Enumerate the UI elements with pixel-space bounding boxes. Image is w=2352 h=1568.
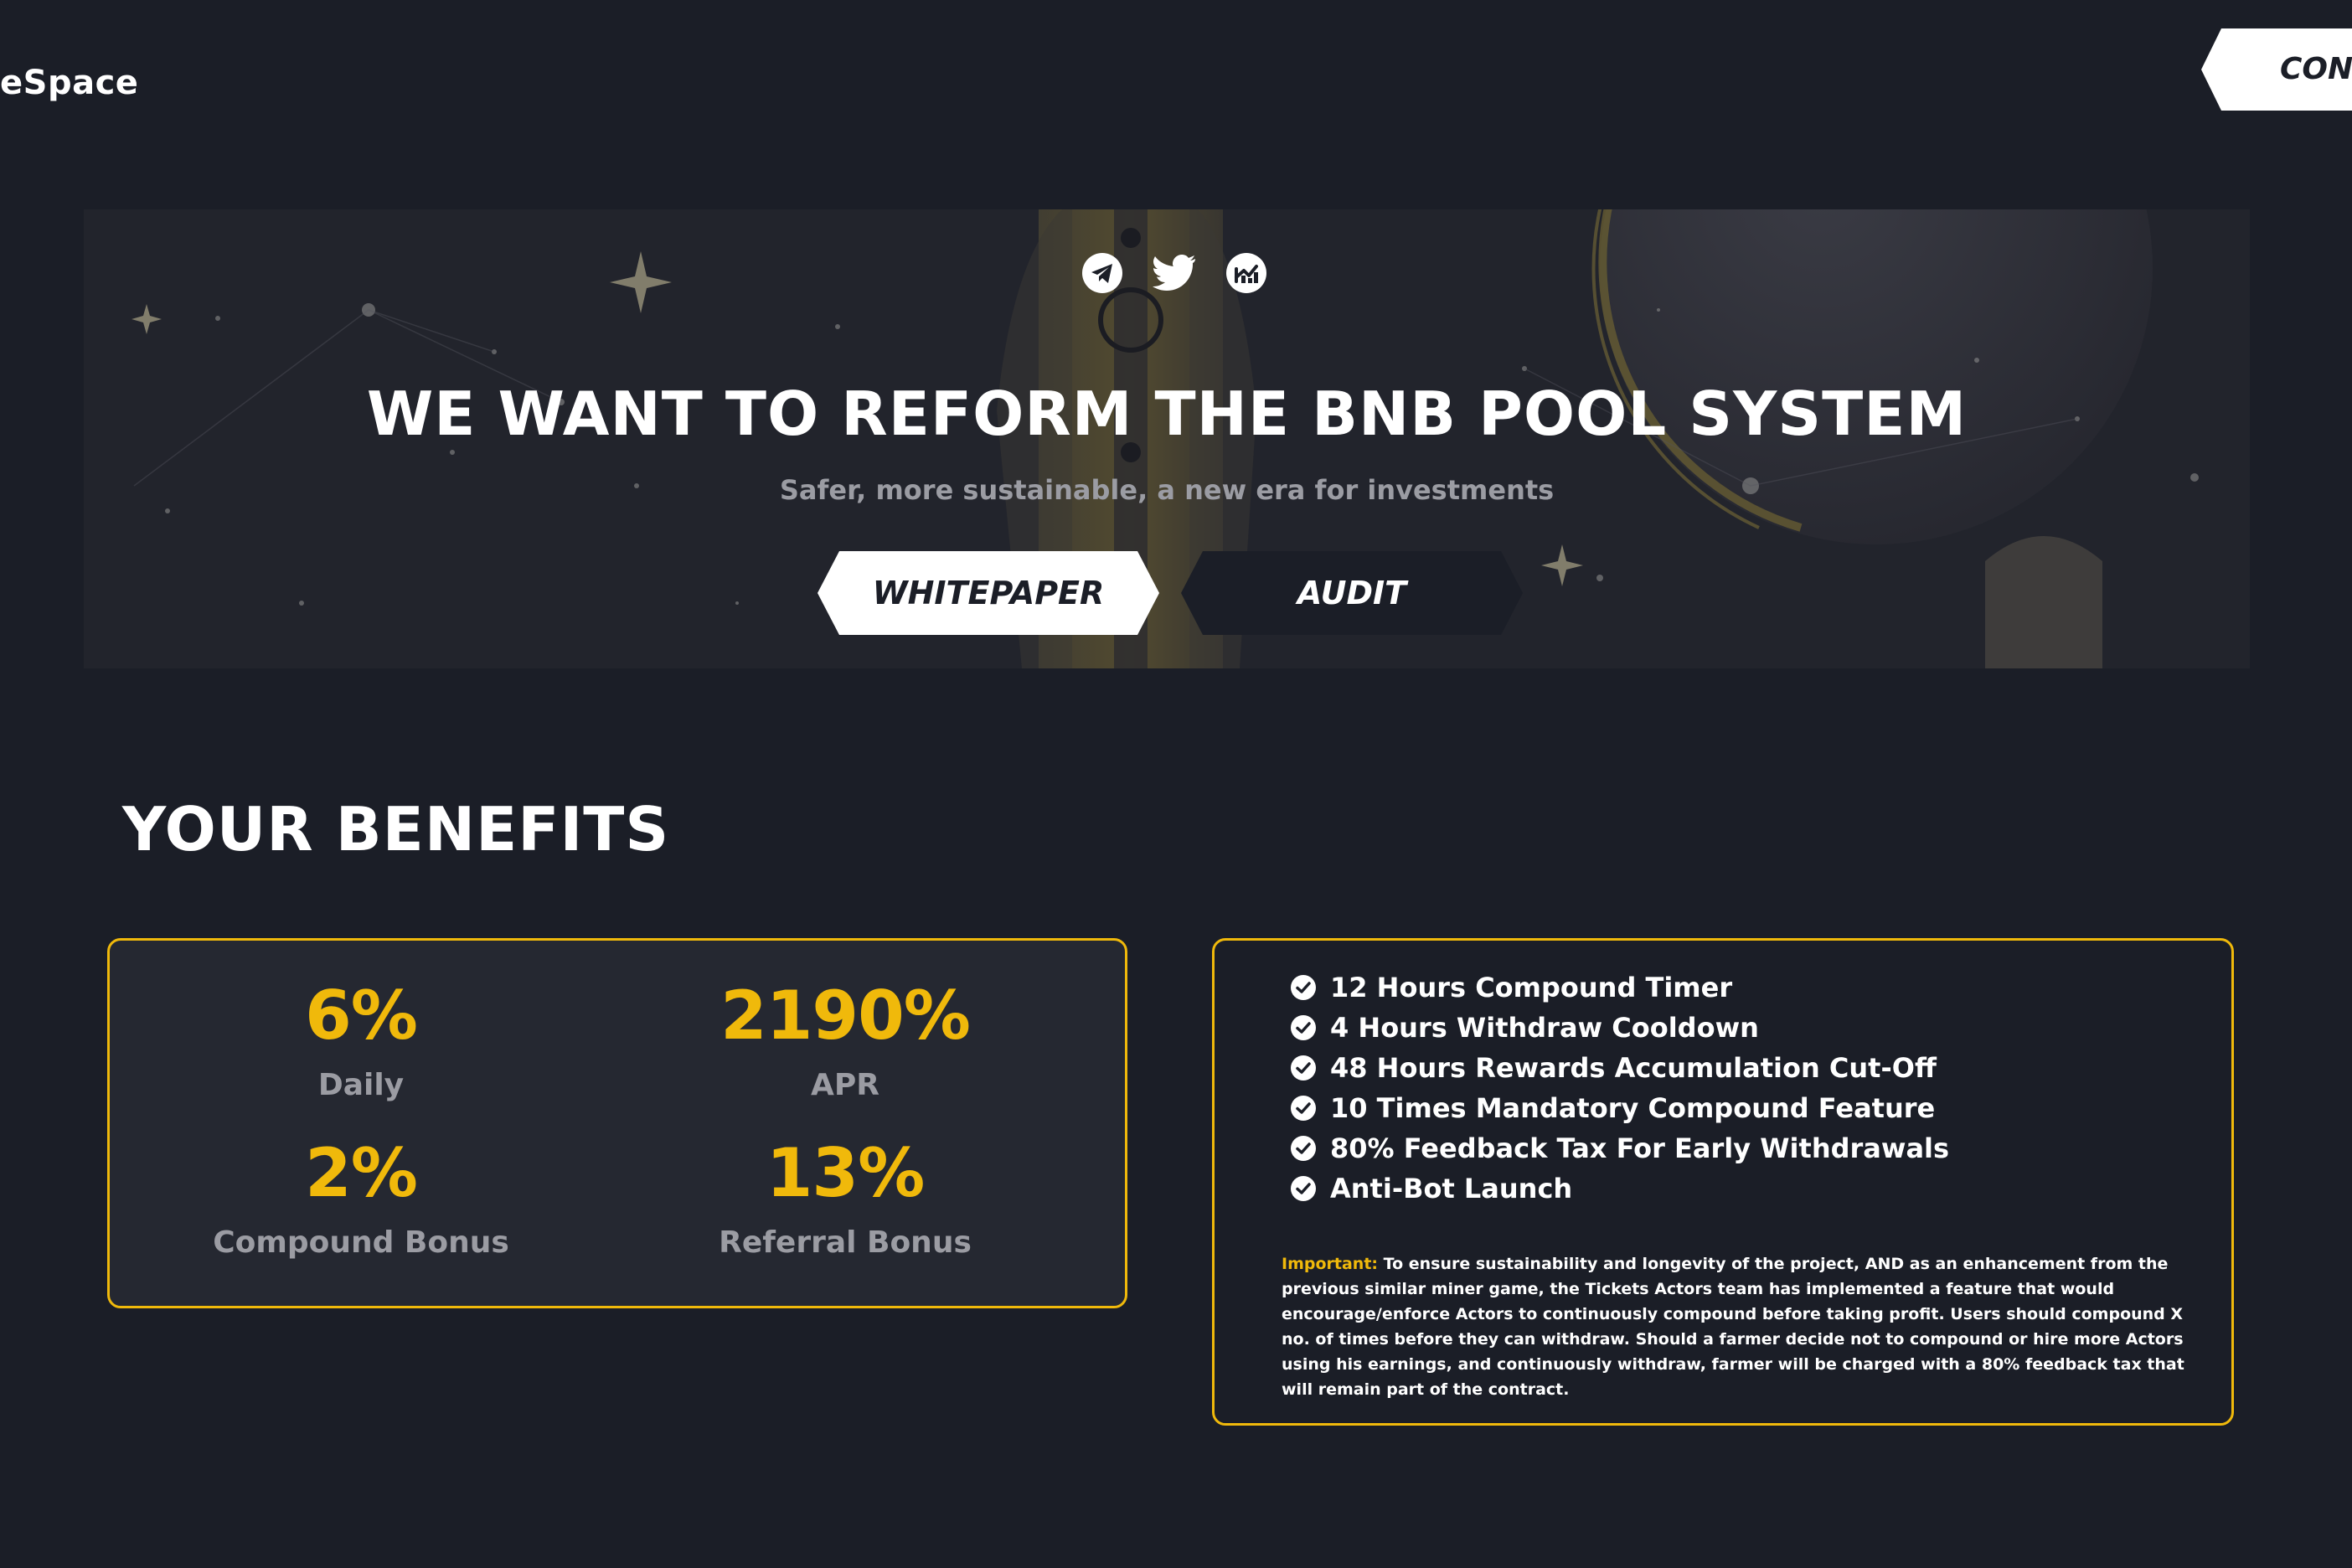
connect-button[interactable]: CON <box>2201 28 2352 111</box>
brand-logo[interactable]: eSpace <box>0 64 138 102</box>
stat-referral-bonus: 13% Referral Bonus <box>594 1134 1096 1261</box>
features-list: 12 Hours Compound Timer 4 Hours Withdraw… <box>1290 967 1949 1209</box>
stat-label: Referral Bonus <box>719 1225 972 1260</box>
benefits-title: YOUR BENEFITS <box>122 794 670 864</box>
telegram-icon[interactable] <box>1081 251 1124 295</box>
twitter-icon[interactable] <box>1153 251 1196 295</box>
check-circle-icon <box>1291 1055 1316 1081</box>
feature-item: 80% Feedback Tax For Early Withdrawals <box>1290 1128 1949 1168</box>
stat-label: Compound Bonus <box>213 1225 509 1260</box>
feature-label: 4 Hours Withdraw Cooldown <box>1330 1012 1759 1044</box>
stat-apr: 2190% APR <box>594 977 1096 1103</box>
feature-label: 10 Times Mandatory Compound Feature <box>1330 1092 1936 1124</box>
feature-item: 4 Hours Withdraw Cooldown <box>1290 1008 1949 1048</box>
feature-item: 10 Times Mandatory Compound Feature <box>1290 1088 1949 1128</box>
important-note-label: Important: <box>1282 1255 1379 1273</box>
stat-value: 2190% <box>720 977 971 1055</box>
check-circle-icon <box>1291 1015 1316 1040</box>
stat-label: Daily <box>317 1068 405 1102</box>
stats-card: 6% Daily 2190% APR 2% Compound Bonus 13%… <box>107 938 1127 1308</box>
important-note: Important: To ensure sustainability and … <box>1282 1251 2186 1402</box>
features-card: 12 Hours Compound Timer 4 Hours Withdraw… <box>1212 938 2234 1426</box>
stat-label: APR <box>811 1068 879 1102</box>
feature-label: 48 Hours Rewards Accumulation Cut-Off <box>1330 1052 1937 1084</box>
feature-item: 48 Hours Rewards Accumulation Cut-Off <box>1290 1048 1949 1088</box>
hero-title: WE WANT TO REFORM THE BNB POOL SYSTEM <box>366 379 1968 449</box>
feature-label: Anti-Bot Launch <box>1330 1173 1573 1204</box>
feature-label: 80% Feedback Tax For Early Withdrawals <box>1330 1132 1950 1164</box>
feature-label: 12 Hours Compound Timer <box>1330 972 1733 1003</box>
check-circle-icon <box>1291 1136 1316 1161</box>
stat-compound-bonus: 2% Compound Bonus <box>110 1134 612 1261</box>
feature-item: Anti-Bot Launch <box>1290 1168 1949 1209</box>
check-circle-icon <box>1291 1096 1316 1121</box>
audit-button[interactable]: AUDIT <box>1181 551 1523 635</box>
stat-value: 2% <box>305 1134 418 1212</box>
stat-value: 6% <box>305 977 418 1055</box>
chart-icon[interactable] <box>1225 251 1268 295</box>
stat-daily: 6% Daily <box>110 977 612 1103</box>
hero-subtitle: Safer, more sustainable, a new era for i… <box>779 474 1555 506</box>
important-note-text: To ensure sustainability and longevity o… <box>1282 1255 2184 1399</box>
feature-item: 12 Hours Compound Timer <box>1290 967 1949 1008</box>
stat-value: 13% <box>766 1134 925 1212</box>
check-circle-icon <box>1291 1176 1316 1201</box>
check-circle-icon <box>1291 975 1316 1000</box>
social-links <box>1081 251 1268 295</box>
whitepaper-button[interactable]: WHITEPAPER <box>818 551 1159 635</box>
